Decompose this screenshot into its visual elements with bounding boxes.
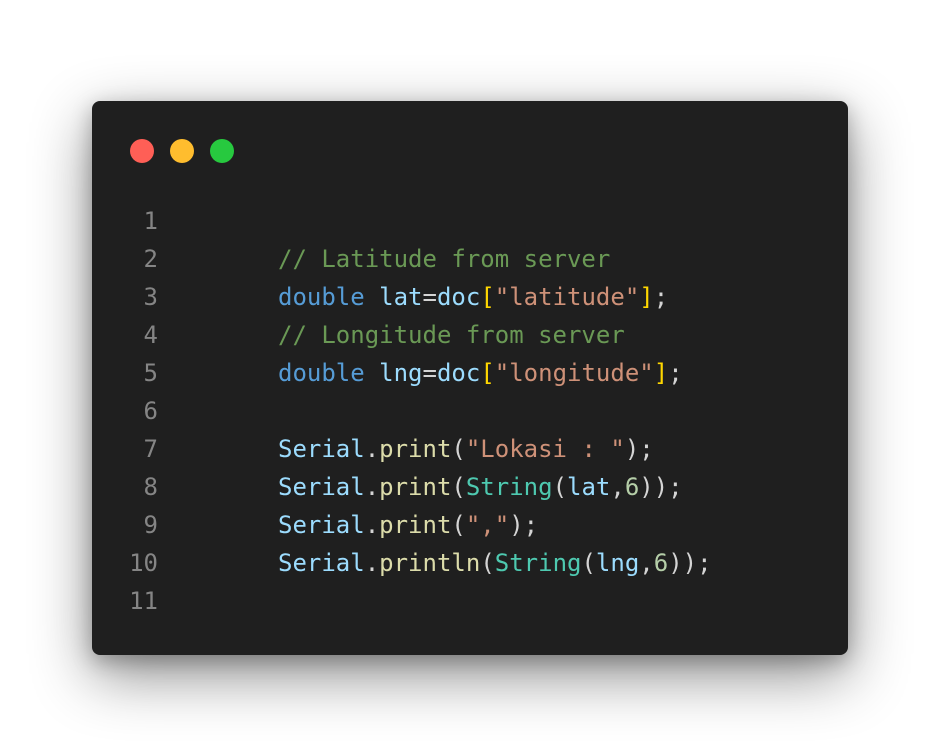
- line-number: 8: [143, 473, 158, 501]
- code-token: (: [451, 435, 466, 463]
- code-token: ;: [653, 283, 669, 311]
- code-line: 7 Serial.print("Lokasi : ");: [92, 430, 712, 468]
- code-token: [: [480, 359, 495, 387]
- code-text: Serial.print("Lokasi : ");: [158, 430, 654, 468]
- code-line: 8 Serial.print(String(lat,6));: [92, 468, 712, 506]
- line-number: 5: [143, 359, 158, 387]
- code-token: "longitude": [494, 359, 654, 387]
- code-token: // Latitude from server: [278, 245, 611, 273]
- code-token: .: [364, 473, 380, 501]
- code-token: // Longitude from server: [278, 321, 625, 349]
- code-token: lng: [379, 359, 423, 387]
- code-token: (: [451, 511, 466, 539]
- code-token: double: [278, 283, 365, 311]
- code-line: 1: [92, 202, 712, 240]
- line-number: 11: [129, 587, 158, 615]
- code-line: 4 // Longitude from server: [92, 316, 712, 354]
- code-token: Serial: [278, 473, 365, 501]
- line-number: 3: [143, 283, 158, 311]
- code-token: ;: [668, 359, 683, 387]
- code-token: doc: [436, 359, 481, 387]
- code-token: String: [465, 473, 553, 501]
- code-token: =: [422, 283, 437, 311]
- code-text: double lat=doc["latitude"];: [158, 278, 668, 316]
- close-button[interactable]: [130, 139, 154, 163]
- code-token: ",": [465, 511, 510, 539]
- code-line: 3 double lat=doc["latitude"];: [92, 278, 712, 316]
- code-line: 9 Serial.print(",");: [92, 506, 712, 544]
- code-token: 6: [653, 549, 669, 577]
- code-text: Serial.print(",");: [158, 506, 538, 544]
- code-token: Serial: [278, 435, 365, 463]
- code-token: [: [480, 283, 495, 311]
- code-token: ,: [639, 549, 654, 577]
- code-token: );: [624, 435, 654, 463]
- code-token: ,: [610, 473, 625, 501]
- code-token: ]: [639, 283, 654, 311]
- code-text: Serial.print(String(lat,6));: [158, 468, 683, 506]
- code-line: 10 Serial.println(String(lng,6));: [92, 544, 712, 582]
- code-token: String: [494, 549, 582, 577]
- line-number: 9: [143, 511, 158, 539]
- code-token: ));: [639, 473, 683, 501]
- code-line: 6: [92, 392, 712, 430]
- code-token: (: [552, 473, 568, 501]
- code-text: double lng=doc["longitude"];: [158, 354, 683, 392]
- code-token: (: [451, 473, 466, 501]
- code-token: (: [581, 549, 596, 577]
- line-number: 1: [143, 207, 158, 235]
- code-token: .: [364, 511, 380, 539]
- code-token: "Lokasi : ": [465, 435, 625, 463]
- code-window: 1 2// Latitude from server 3 double lat=doc…: [92, 101, 848, 655]
- maximize-button[interactable]: [210, 139, 234, 163]
- code-token: print: [379, 473, 452, 501]
- code-token: 6: [624, 473, 640, 501]
- code-token: Serial: [278, 549, 365, 577]
- code-line: 2 // Latitude from server: [92, 240, 712, 278]
- line-number: 10: [129, 549, 158, 577]
- code-text: // Longitude from server: [158, 316, 625, 354]
- line-number: 7: [143, 435, 158, 463]
- minimize-button[interactable]: [170, 139, 194, 163]
- code-token: println: [379, 549, 481, 577]
- code-token: lat: [567, 473, 611, 501]
- code-token: .: [364, 435, 380, 463]
- code-token: .: [364, 549, 380, 577]
- code-line: 5 double lng=doc["longitude"];: [92, 354, 712, 392]
- code-block: 1 2// Latitude from server 3 double lat=doc…: [92, 202, 712, 620]
- line-number: 4: [143, 321, 158, 349]
- code-token: (: [480, 549, 495, 577]
- window-controls: [130, 139, 234, 163]
- code-text: Serial.println(String(lng,6));: [158, 544, 712, 582]
- code-token: double: [278, 359, 365, 387]
- code-token: lng: [595, 549, 640, 577]
- line-number: 6: [143, 397, 158, 425]
- code-token: print: [379, 435, 452, 463]
- code-token: print: [379, 511, 452, 539]
- line-number: 2: [143, 245, 158, 273]
- code-token: ));: [668, 549, 712, 577]
- code-token: Serial: [278, 511, 365, 539]
- code-line: 11: [92, 582, 712, 620]
- code-token: "latitude": [494, 283, 640, 311]
- code-token: ]: [653, 359, 669, 387]
- code-text: // Latitude from server: [158, 240, 610, 278]
- code-token: lat: [379, 283, 423, 311]
- code-token: doc: [436, 283, 481, 311]
- code-token: );: [509, 511, 539, 539]
- code-token: =: [422, 359, 437, 387]
